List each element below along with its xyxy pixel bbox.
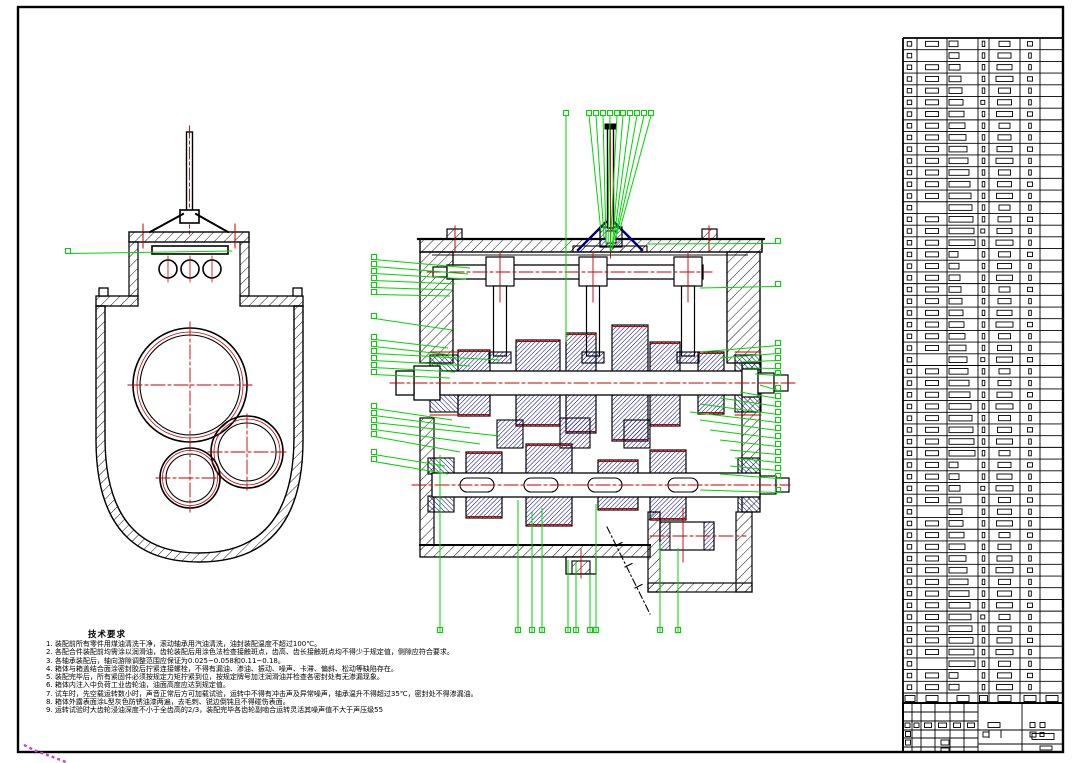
tech-note-line: 3. 各轴承装配后，轴向游隙调整范围应保证为0.025~0.058和0.11~0… <box>46 657 516 665</box>
tech-note-line: 9. 运转试验时大齿轮浸油深度不小于全齿高的2/3，装配完毕各齿轮副啮合运转灵活… <box>46 706 516 714</box>
tech-note-line: 2. 各配合件装配前均需涂以润滑油，齿轮装配后用涂色法检查接触斑点，齿高、齿长接… <box>46 648 516 656</box>
tech-note-line: 6. 箱体内注入中负荷工业齿轮油，油面高度应达到规定值。 <box>46 681 516 689</box>
tech-notes-list: 1. 装配前所有零件用煤油清洗干净，滚动轴承用汽油清洗，油封装配温度不超过100… <box>46 640 516 715</box>
bom-table <box>903 38 1063 703</box>
tech-note-line: 4. 箱体与箱盖结合面涂密封胶后拧紧连接螺栓，不得有漏油、渗油、振动、噪声、卡滞… <box>46 665 516 673</box>
drawing-sheet: 技术要求 1. 装配前所有零件用煤油清洗干净，滚动轴承用汽油清洗，油封装配温度不… <box>0 0 1073 763</box>
tech-note-line: 7. 试车时，先空载运转数小时，声音正常后方可加载试验，运转中不得有冲击声及异常… <box>46 690 516 698</box>
section-view <box>390 124 798 614</box>
cursor-mark <box>24 745 66 762</box>
tech-notes-title: 技术要求 <box>88 630 516 640</box>
section-cut-line <box>607 527 650 614</box>
title-block <box>903 703 1063 752</box>
end-view <box>96 126 303 562</box>
tech-notes: 技术要求 1. 装配前所有零件用煤油清洗干净，滚动轴承用汽油清洗，油封装配温度不… <box>46 630 516 715</box>
